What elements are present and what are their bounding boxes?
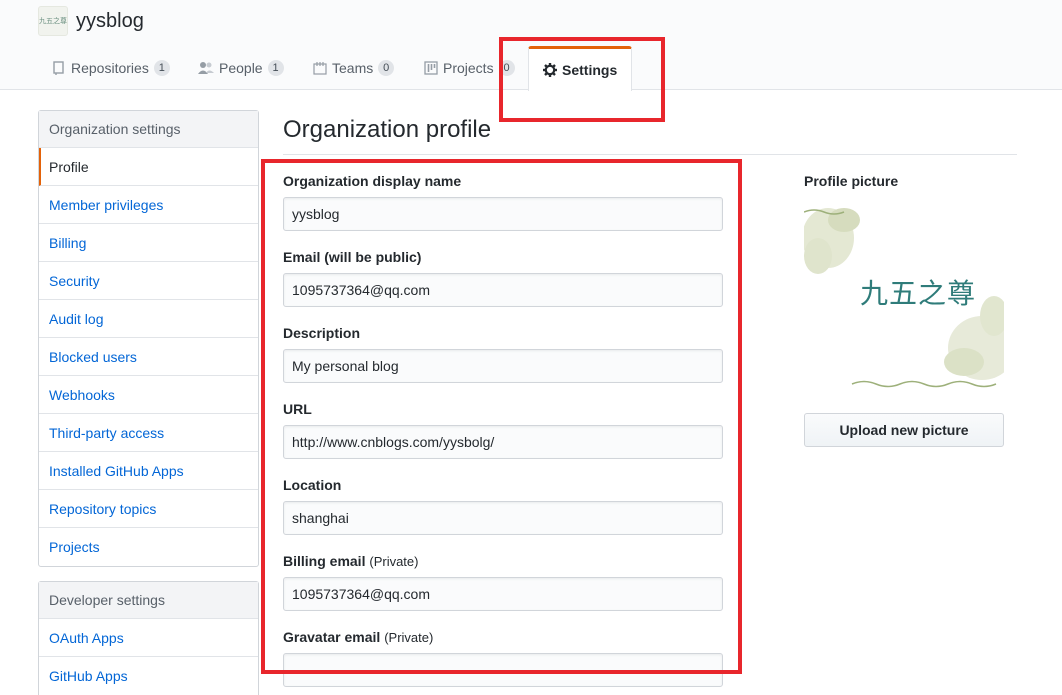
email-label: Email (will be public) <box>283 249 422 265</box>
sidebar-item-security[interactable]: Security <box>39 262 258 300</box>
sidebar-item-repository-topics[interactable]: Repository topics <box>39 490 258 528</box>
billing-email-label-text: Billing email <box>283 553 366 569</box>
tab-counter: 0 <box>378 60 395 76</box>
tab-people[interactable]: People 1 <box>184 46 298 90</box>
page-title: Organization profile <box>283 116 492 143</box>
tab-label: Projects <box>443 60 494 76</box>
org-avatar[interactable]: 九五之尊 <box>38 6 68 36</box>
sidebar-item-billing[interactable]: Billing <box>39 224 258 262</box>
description-input[interactable] <box>283 349 723 383</box>
profile-picture-label: Profile picture <box>804 173 899 189</box>
org-avatar-text: 九五之尊 <box>39 18 67 25</box>
private-note: (Private) <box>384 630 434 645</box>
sidebar-item-third-party-access[interactable]: Third-party access <box>39 414 258 452</box>
email-input[interactable] <box>283 273 723 307</box>
project-icon <box>424 61 438 75</box>
tab-label: Settings <box>562 62 618 78</box>
tab-label: Teams <box>332 60 374 76</box>
gravatar-email-label-text: Gravatar email <box>283 629 381 645</box>
url-input[interactable] <box>283 425 723 459</box>
sidebar-item-oauth-apps[interactable]: OAuth Apps <box>39 619 258 657</box>
sidebar-item-audit-log[interactable]: Audit log <box>39 300 258 338</box>
sidebar-item-webhooks[interactable]: Webhooks <box>39 376 258 414</box>
tab-counter: 1 <box>267 60 284 76</box>
people-icon <box>198 62 214 74</box>
org-name[interactable]: yysblog <box>76 10 144 33</box>
tab-settings[interactable]: Settings <box>528 46 633 91</box>
tab-counter: 0 <box>498 60 515 76</box>
tab-label: Repositories <box>71 60 149 76</box>
tab-label: People <box>219 60 263 76</box>
sidebar-item-installed-github-apps[interactable]: Installed GitHub Apps <box>39 452 258 490</box>
sidebar-item-github-apps[interactable]: GitHub Apps <box>39 657 258 695</box>
gear-icon <box>543 63 557 77</box>
profile-picture: 九五之尊 <box>804 198 1004 390</box>
sidebar-heading: Organization settings <box>39 111 258 148</box>
tab-counter: 1 <box>153 60 170 76</box>
gravatar-email-label: Gravatar email (Private) <box>283 629 433 645</box>
repo-icon <box>53 61 64 75</box>
teams-icon <box>313 62 327 75</box>
upload-picture-button[interactable]: Upload new picture <box>804 413 1004 447</box>
org-header: 九五之尊 yysblog Repositories 1 People 1 Tea… <box>0 0 1062 91</box>
gravatar-email-input[interactable] <box>283 653 723 687</box>
title-divider <box>283 154 1017 155</box>
display-name-input[interactable] <box>283 197 723 231</box>
tab-projects[interactable]: Projects 0 <box>410 46 529 90</box>
sidebar-item-projects[interactable]: Projects <box>39 528 258 566</box>
display-name-label: Organization display name <box>283 173 462 189</box>
tab-teams[interactable]: Teams 0 <box>299 46 408 90</box>
description-label: Description <box>283 325 361 341</box>
sidebar-item-blocked-users[interactable]: Blocked users <box>39 338 258 376</box>
tab-repositories[interactable]: Repositories 1 <box>38 46 184 90</box>
billing-email-label: Billing email (Private) <box>283 553 418 569</box>
private-note: (Private) <box>369 554 419 569</box>
org-settings-menu: Organization settings Profile Member pri… <box>38 110 259 567</box>
sidebar-heading: Developer settings <box>39 582 258 619</box>
sidebar-item-profile[interactable]: Profile <box>39 148 258 186</box>
profile-picture-text: 九五之尊 <box>860 277 977 310</box>
url-label: URL <box>283 401 312 417</box>
location-label: Location <box>283 477 342 493</box>
location-input[interactable] <box>283 501 723 535</box>
sidebar-item-member-privileges[interactable]: Member privileges <box>39 186 258 224</box>
billing-email-input[interactable] <box>283 577 723 611</box>
